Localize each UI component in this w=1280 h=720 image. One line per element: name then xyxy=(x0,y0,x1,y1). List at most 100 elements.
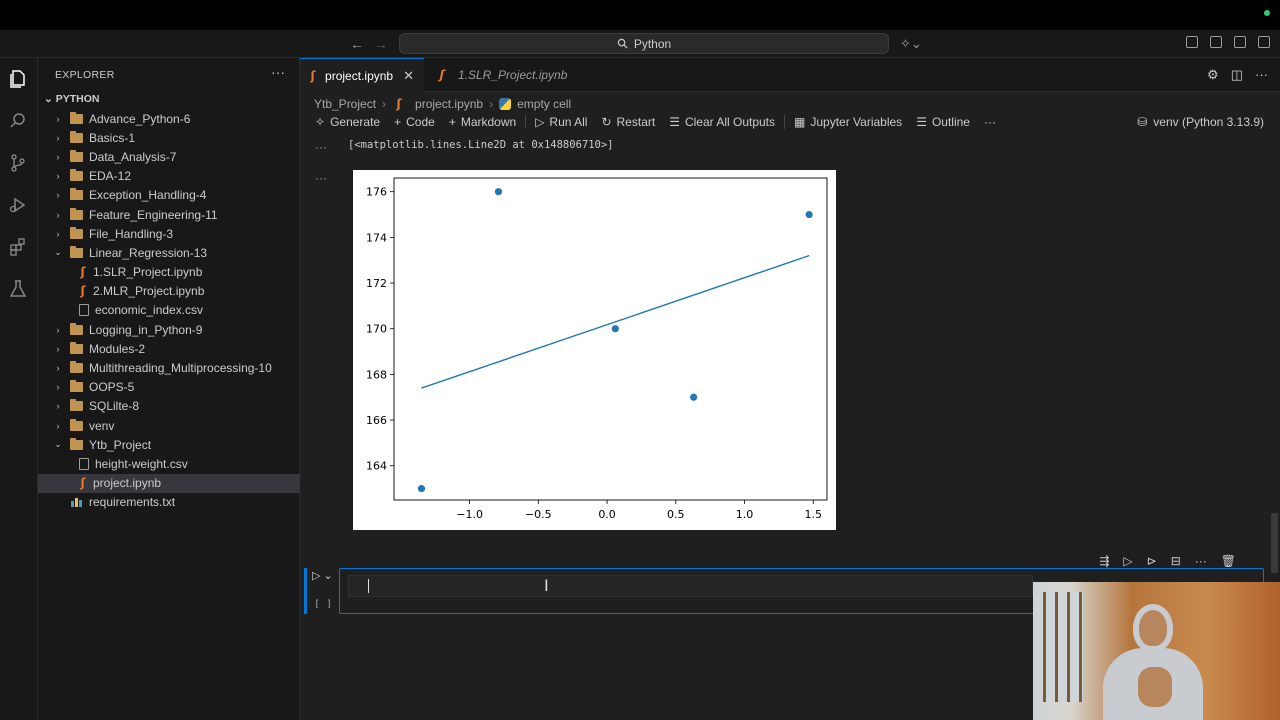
add-code-button[interactable]: + Code xyxy=(387,111,442,133)
sparkle-icon: ✧ xyxy=(315,115,326,129)
tree-item[interactable]: › Modules-2 xyxy=(38,339,300,358)
clear-outputs-button[interactable]: ☰ Clear All Outputs xyxy=(662,111,782,133)
breadcrumb-file[interactable]: project.ipynb xyxy=(415,97,483,111)
command-center[interactable]: Python xyxy=(399,33,889,54)
tree-item[interactable]: requirements.txt xyxy=(38,493,300,512)
toggle-panel-icon[interactable] xyxy=(1234,36,1246,48)
tree-item-label: 1.SLR_Project.ipynb xyxy=(93,265,203,280)
tree-item[interactable]: › Basics-1 xyxy=(38,128,300,147)
tree-item[interactable]: economic_index.csv xyxy=(38,301,300,320)
source-control-icon[interactable] xyxy=(7,152,29,174)
plus-icon: + xyxy=(448,115,456,129)
screen-top-bar xyxy=(0,0,1280,30)
run-all-button[interactable]: ▷ Run All xyxy=(528,111,594,133)
file-icon xyxy=(79,304,89,317)
explorer-icon[interactable] xyxy=(7,68,29,90)
chevron-right-icon: › xyxy=(56,132,60,143)
copilot-icon[interactable]: ✧⌄ xyxy=(900,36,922,52)
toolbar-divider xyxy=(525,115,527,129)
output-more-icon[interactable]: ··· xyxy=(315,140,327,154)
chevron-right-icon: › xyxy=(56,228,60,239)
tree-item[interactable]: › Data_Analysis-7 xyxy=(38,147,300,166)
plot-output: 164 166 168 170 172 174 176 −1.0 −0.5 0.0 0.5 1.0 1.… xyxy=(353,170,836,530)
folder-icon xyxy=(70,418,83,431)
code-line[interactable] xyxy=(348,575,1033,597)
tree-item-label: Modules-2 xyxy=(89,341,146,356)
scrollbar-thumb[interactable] xyxy=(1271,513,1278,573)
x-tick-label: 0.0 xyxy=(598,508,616,521)
tree-item[interactable]: ʃ 1.SLR_Project.ipynb xyxy=(38,263,300,282)
tree-item[interactable]: › SQLilte-8 xyxy=(38,397,300,416)
toolbar-more-button[interactable]: ··· xyxy=(977,111,1003,133)
folder-icon xyxy=(70,149,83,162)
run-debug-icon[interactable] xyxy=(7,194,29,216)
x-tick-label: 1.0 xyxy=(736,508,754,521)
tree-item[interactable]: › EDA-12 xyxy=(38,167,300,186)
webcam-overlay xyxy=(1033,582,1280,720)
folder-icon xyxy=(70,380,83,393)
breadcrumb-cell[interactable]: empty cell xyxy=(517,97,571,111)
tree-item[interactable]: › Advance_Python-6 xyxy=(38,109,300,128)
outline-label: Outline xyxy=(931,115,970,129)
jupyter-variables-button[interactable]: ▦ Jupyter Variables xyxy=(787,111,909,133)
tree-item[interactable]: height-weight.csv xyxy=(38,454,300,473)
split-editor-icon[interactable]: ◫ xyxy=(1231,67,1243,83)
gear-icon[interactable]: ⚙ xyxy=(1207,67,1219,83)
tree-item-label: venv xyxy=(89,418,115,433)
tree-item[interactable]: ⌄ Ytb_Project xyxy=(38,435,300,454)
toggle-sidebar-icon[interactable] xyxy=(1210,36,1222,48)
more-actions-icon[interactable]: ··· xyxy=(1255,67,1268,83)
tree-item-label: Ytb_Project xyxy=(89,437,152,452)
search-view-icon[interactable] xyxy=(7,110,29,132)
tree-item[interactable]: › Multithreading_Multiprocessing-10 xyxy=(38,358,300,377)
forward-arrow-icon[interactable]: → xyxy=(374,36,388,52)
clear-all-icon: ☰ xyxy=(669,115,680,129)
kernel-picker[interactable]: ⛁ venv (Python 3.13.9) xyxy=(1137,111,1264,133)
more-actions-icon[interactable]: ··· xyxy=(271,64,285,80)
add-markdown-button[interactable]: + Markdown xyxy=(442,111,523,133)
extensions-icon[interactable] xyxy=(7,236,29,258)
tree-item[interactable]: › Logging_in_Python-9 xyxy=(38,320,300,339)
search-icon xyxy=(617,38,628,49)
testing-flask-icon[interactable] xyxy=(7,278,29,300)
output-more-icon[interactable]: ··· xyxy=(315,171,327,185)
tree-item[interactable]: ⌄ Linear_Regression-13 xyxy=(38,243,300,262)
run-cell-button[interactable]: ▷ ⌄ xyxy=(312,569,333,582)
generate-label: Generate xyxy=(330,115,381,129)
x-tick-label: 0.5 xyxy=(667,508,685,521)
chevron-right-icon: › xyxy=(56,171,60,182)
toggle-secondary-sidebar-icon[interactable] xyxy=(1258,36,1270,48)
restart-button[interactable]: ↻ Restart xyxy=(594,111,662,133)
tab-slr-project[interactable]: ʃ 1.SLR_Project.ipynb xyxy=(425,58,577,92)
code-label: Code xyxy=(406,115,435,129)
tree-item[interactable]: ʃ project.ipynb xyxy=(38,473,300,493)
notebook-icon: ʃ xyxy=(80,476,86,491)
tree-item[interactable]: ʃ 2.MLR_Project.ipynb xyxy=(38,282,300,301)
tree-item-label: Linear_Regression-13 xyxy=(89,245,208,260)
close-icon[interactable]: ✕ xyxy=(403,68,414,84)
y-tick-label: 170 xyxy=(366,323,387,336)
tab-project-ipynb[interactable]: ʃ project.ipynb ✕ xyxy=(300,58,424,92)
tree-item[interactable]: › venv xyxy=(38,416,300,435)
chevron-right-icon: › xyxy=(56,151,60,162)
folder-icon xyxy=(70,322,83,335)
tree-item[interactable]: › Feature_Engineering-11 xyxy=(38,205,300,224)
chevron-right-icon: › xyxy=(56,343,60,354)
tree-item[interactable]: › File_Handling-3 xyxy=(38,224,300,243)
y-tick-label: 168 xyxy=(366,368,387,381)
plus-icon: + xyxy=(394,115,402,129)
kernel-icon: ⛁ xyxy=(1137,115,1148,129)
breadcrumb-folder[interactable]: Ytb_Project xyxy=(314,97,376,111)
generate-button[interactable]: ✧ Generate xyxy=(308,111,387,133)
tab-bar: ʃ project.ipynb ✕ ʃ 1.SLR_Project.ipynb … xyxy=(300,58,1280,92)
workspace-root[interactable]: ⌄ PYTHON xyxy=(44,93,99,105)
layout-customize-icon[interactable] xyxy=(1186,36,1198,48)
tree-item-label: OOPS-5 xyxy=(89,380,135,395)
tree-item[interactable]: › OOPS-5 xyxy=(38,378,300,397)
tree-item[interactable]: › Exception_Handling-4 xyxy=(38,186,300,205)
tree-item-label: height-weight.csv xyxy=(95,456,188,471)
back-arrow-icon[interactable]: ← xyxy=(350,36,364,52)
outline-button[interactable]: ☰ Outline xyxy=(909,111,977,133)
folder-icon xyxy=(70,188,83,201)
tree-item-label: project.ipynb xyxy=(93,476,162,491)
